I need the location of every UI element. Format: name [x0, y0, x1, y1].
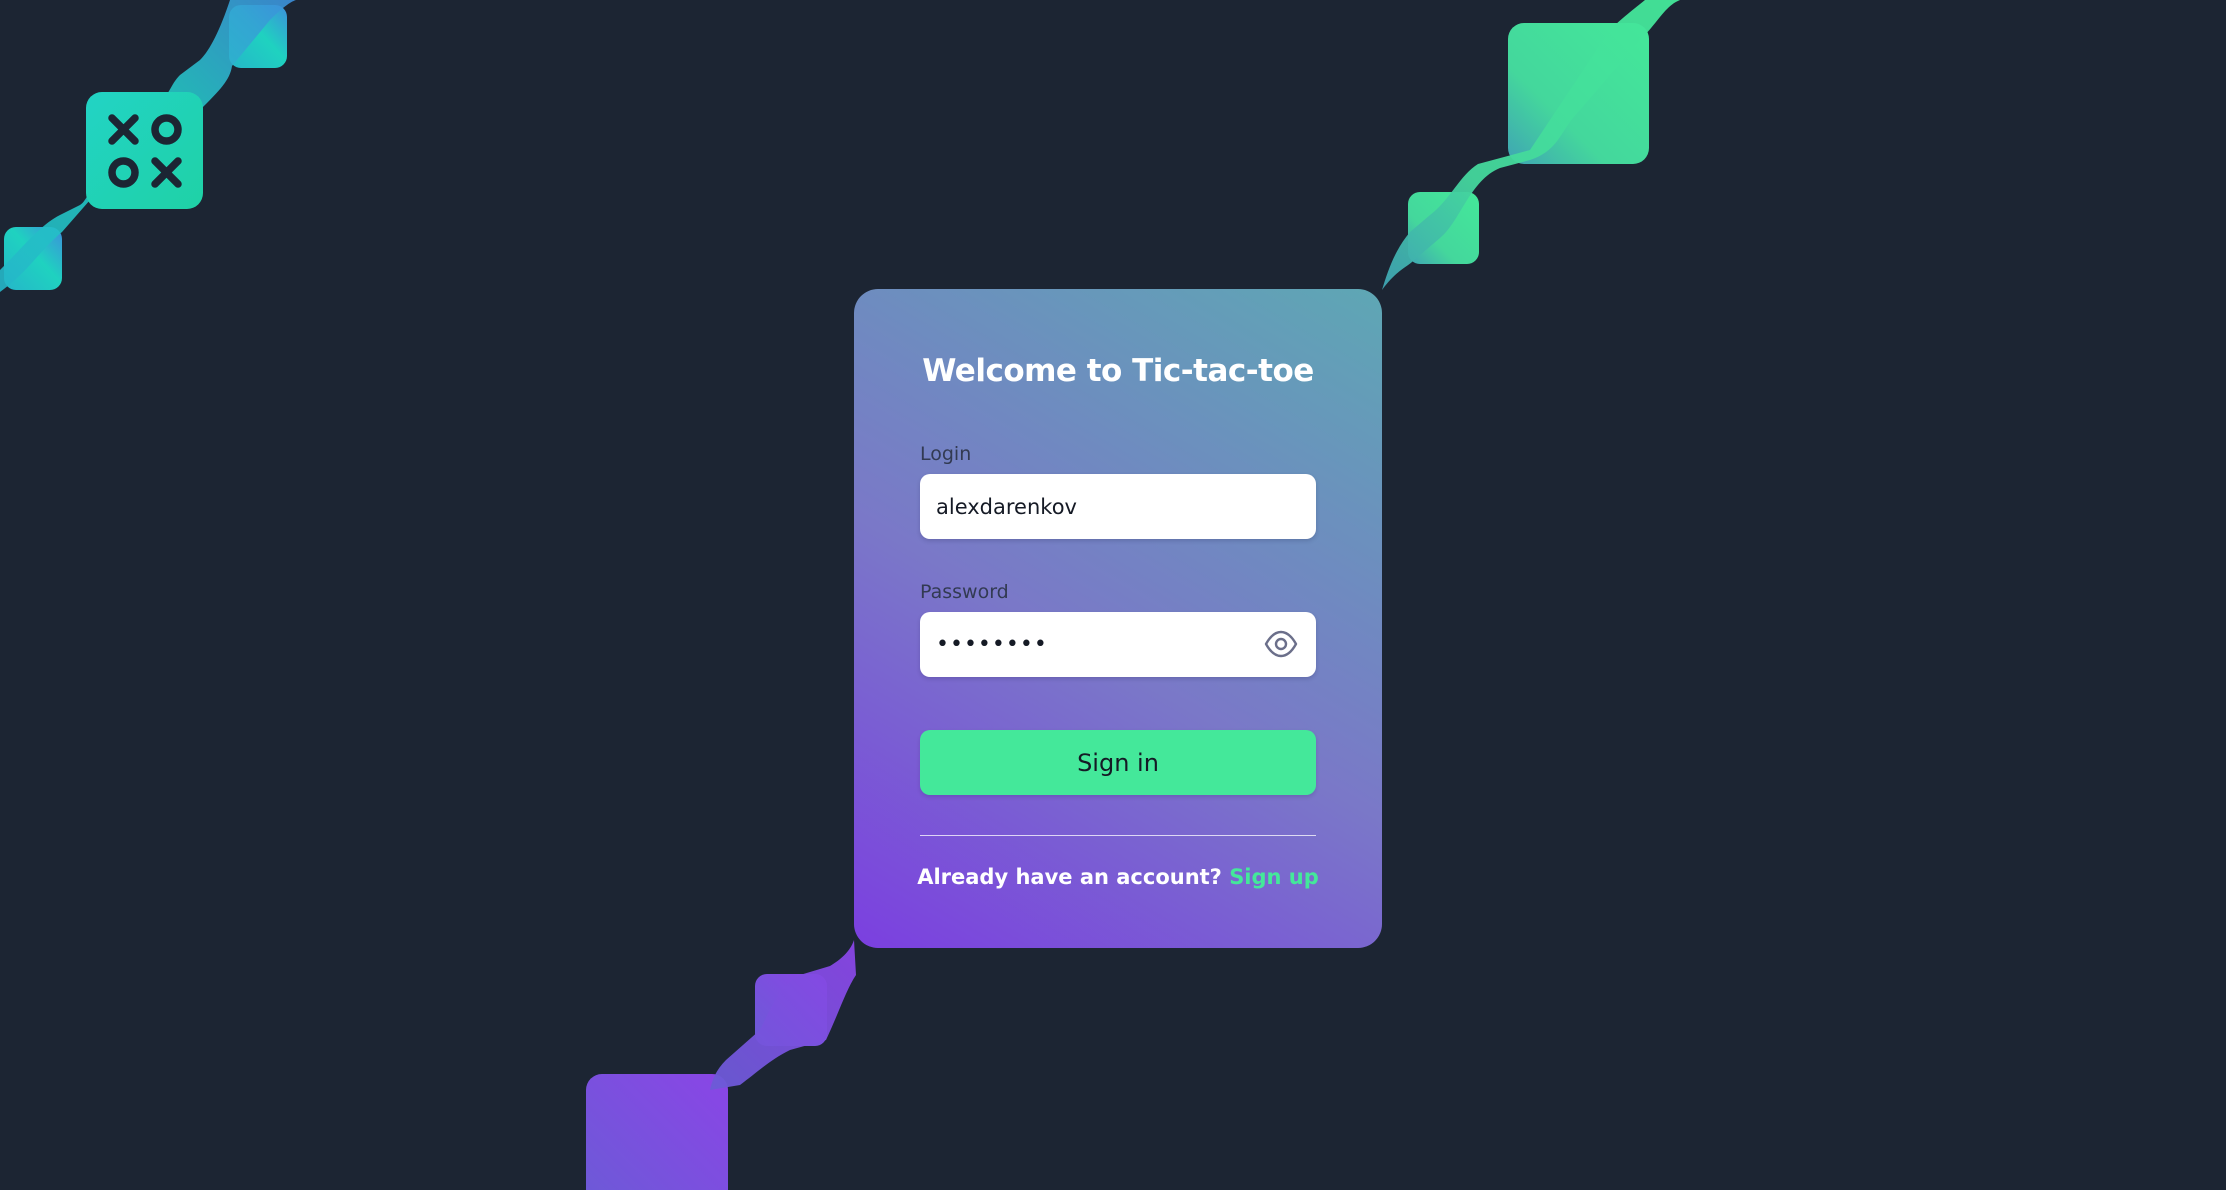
- tic-tac-toe-logo-icon[interactable]: [86, 92, 203, 209]
- eye-icon[interactable]: [1264, 629, 1298, 659]
- sign-in-button[interactable]: Sign in: [920, 730, 1316, 795]
- password-field-wrapper: [920, 612, 1316, 677]
- sign-up-link[interactable]: Sign up: [1229, 865, 1319, 889]
- page: Welcome to Tic-tac-toe Login Password Si…: [0, 0, 2226, 1190]
- login-input[interactable]: [920, 474, 1316, 539]
- login-card: Welcome to Tic-tac-toe Login Password Si…: [854, 289, 1382, 948]
- page-title: Welcome to Tic-tac-toe: [922, 353, 1314, 389]
- decor-bottom: [586, 940, 856, 1190]
- login-label: Login: [920, 443, 972, 465]
- signup-prompt-text: Already have an account?: [917, 865, 1222, 889]
- password-input[interactable]: [920, 612, 1316, 677]
- login-field-wrapper: [920, 474, 1316, 539]
- divider: [920, 835, 1316, 836]
- password-label: Password: [920, 581, 1009, 603]
- signup-prompt: Already have an account? Sign up: [854, 865, 1382, 889]
- decor-top-right: [1382, 0, 1680, 290]
